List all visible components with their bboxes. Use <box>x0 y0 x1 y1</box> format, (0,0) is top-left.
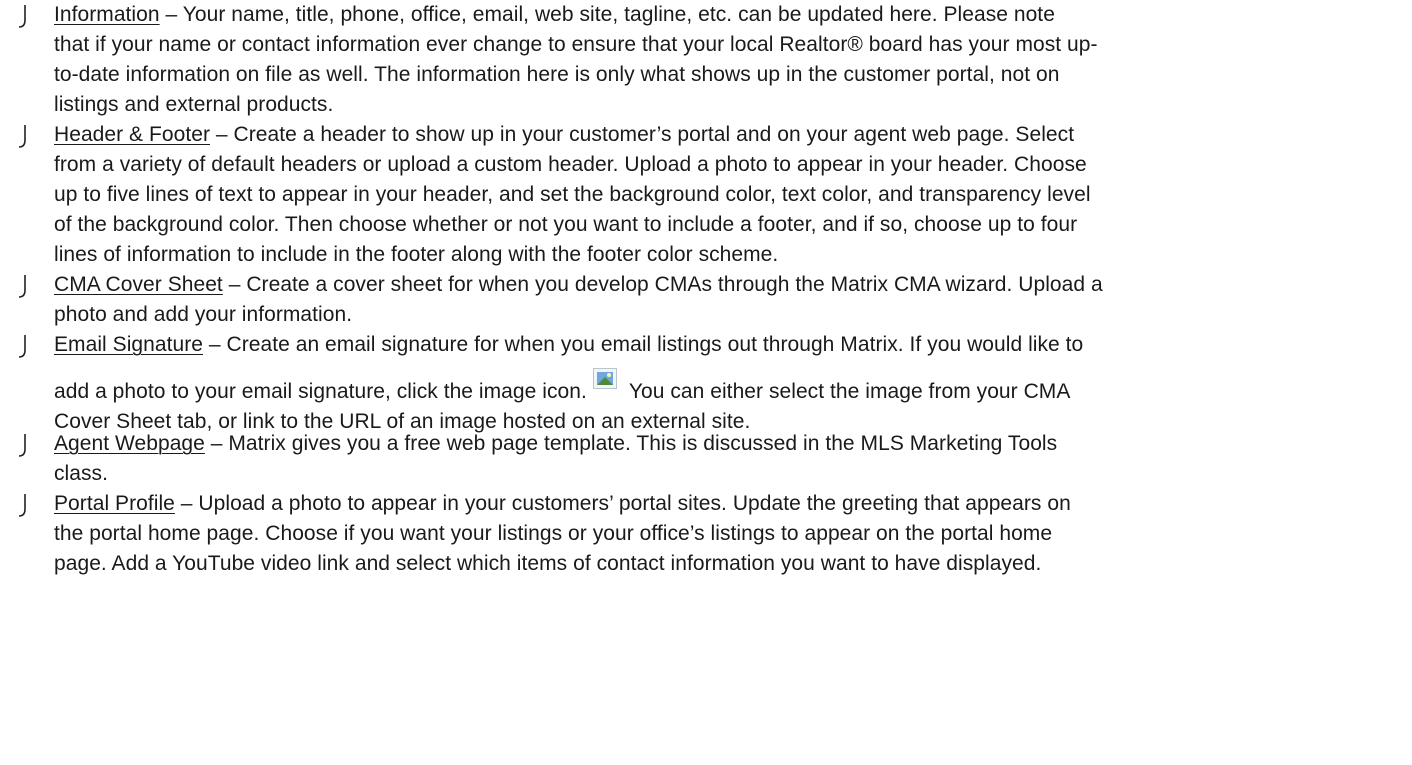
document-page: Information – Your name, title, phone, o… <box>0 0 1412 765</box>
line-4: listings and external products. <box>54 93 334 116</box>
line-2: from a variety of default headers or upl… <box>54 153 1087 176</box>
line-1: Portal Profile – Upload a photo to appea… <box>54 492 1071 515</box>
list-item-text: Email Signature – Create an email signat… <box>54 330 1399 437</box>
line-2: class. <box>54 462 108 485</box>
line-2: that if your name or contact information… <box>54 33 1098 56</box>
bullet-hook-icon <box>18 432 32 458</box>
bullet-hook-icon <box>18 123 32 149</box>
bullet-hook-icon <box>18 492 32 518</box>
term-information: Information <box>54 3 160 26</box>
bullet-hook-icon <box>18 3 32 29</box>
bullet-hook-icon <box>18 273 32 299</box>
term-header-footer: Header & Footer <box>54 123 210 146</box>
bullet-hook-icon <box>18 333 32 359</box>
line-5: lines of information to include in the f… <box>54 243 779 266</box>
line-1: Information – Your name, title, phone, o… <box>54 3 1055 26</box>
term-agent-webpage: Agent Webpage <box>54 432 205 455</box>
term-cma-cover-sheet: CMA Cover Sheet <box>54 273 223 296</box>
list-item-text: Header & Footer – Create a header to sho… <box>54 120 1399 270</box>
term-email-signature: Email Signature <box>54 333 203 356</box>
line-2: photo and add your information. <box>54 303 353 326</box>
image-icon <box>592 368 617 389</box>
list-item-text: Agent Webpage – Matrix gives you a free … <box>54 429 1399 489</box>
line-1: CMA Cover Sheet – Create a cover sheet f… <box>54 273 1103 296</box>
term-portal-profile: Portal Profile <box>54 492 175 515</box>
line-1: Header & Footer – Create a header to sho… <box>54 123 1075 146</box>
list-item-text: CMA Cover Sheet – Create a cover sheet f… <box>54 270 1399 330</box>
list-item-text: Portal Profile – Upload a photo to appea… <box>54 489 1399 579</box>
line-3: page. Add a YouTube video link and selec… <box>54 552 1042 575</box>
line-1: Email Signature – Create an email signat… <box>54 333 1084 356</box>
line-1: Agent Webpage – Matrix gives you a free … <box>54 432 1058 455</box>
line-3: to-date information on file as well. The… <box>54 63 1060 86</box>
line-2: the portal home page. Choose if you want… <box>54 522 1053 545</box>
line-2: add a photo to your email signature, cli… <box>54 368 1399 407</box>
list-item-text: Information – Your name, title, phone, o… <box>54 0 1399 120</box>
line-3: up to five lines of text to appear in yo… <box>54 183 1091 206</box>
line-4: of the background color. Then choose whe… <box>54 213 1078 236</box>
